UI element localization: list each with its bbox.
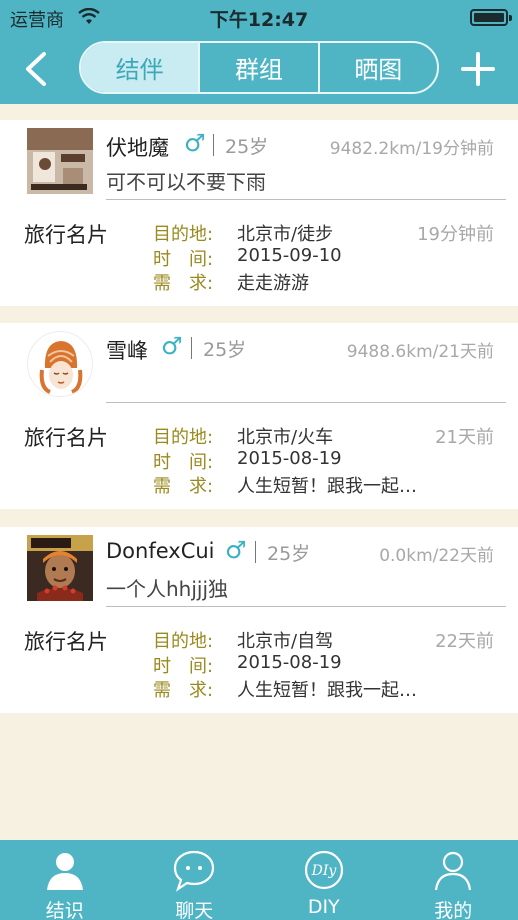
distance-time: 9482.2km/19分钟前	[329, 139, 494, 159]
avatar[interactable]	[27, 128, 93, 194]
distance-time: 0.0km/22天前	[379, 546, 494, 566]
tab-label: 结识	[45, 900, 84, 920]
need-value: 人生短暂！跟我一起…	[237, 680, 417, 701]
distance-time: 9488.6km/21天前	[346, 342, 494, 362]
travel-card-title: 旅行名片	[24, 223, 108, 247]
card-divider	[106, 402, 506, 403]
need-label: 需 求:	[153, 476, 214, 497]
dest-value: 北京市/徒步	[237, 224, 334, 245]
dest-value: 北京市/自驾	[237, 631, 334, 652]
male-gender-icon: ♂	[161, 332, 183, 360]
dest-value: 北京市/火车	[237, 427, 334, 448]
bottom-tab-bar: 结识 聊天 DIy DIY 我的	[0, 840, 518, 920]
card-ago: 19分钟前	[417, 224, 494, 245]
avatar[interactable]	[27, 331, 93, 397]
divider	[213, 134, 214, 156]
need-label: 需 求:	[153, 273, 214, 294]
segmented-control: 结伴 群组 晒图	[79, 41, 439, 94]
time-value: 2015-09-10	[237, 245, 342, 266]
card-ago: 21天前	[435, 427, 494, 448]
divider	[191, 337, 192, 359]
tab-photos[interactable]: 晒图	[317, 43, 437, 92]
time-value: 2015-08-19	[237, 448, 342, 469]
status-time: 下午12:47	[209, 9, 309, 31]
person-icon	[46, 853, 83, 890]
time-label: 时 间:	[153, 249, 214, 270]
travel-card-title: 旅行名片	[24, 630, 108, 654]
tab-groups[interactable]: 群组	[198, 43, 317, 92]
age-label: 25岁	[267, 543, 311, 565]
svg-text:DIy: DIy	[310, 863, 337, 879]
need-value: 人生短暂！跟我一起…	[237, 476, 417, 497]
time-label: 时 间:	[153, 452, 214, 473]
battery-icon	[470, 9, 512, 26]
header: 运营商 下午12:47 结伴 群组 晒图	[0, 0, 518, 104]
need-value: 走走游游	[237, 273, 309, 294]
travel-card-title: 旅行名片	[24, 426, 108, 450]
status-bar: 运营商 下午12:47	[0, 0, 518, 34]
add-plus-icon[interactable]	[460, 50, 496, 88]
username: 伏地魔	[106, 136, 169, 160]
dest-label: 目的地:	[153, 427, 214, 448]
tab-diy[interactable]: DIy DIY	[259, 840, 389, 920]
back-chevron-icon[interactable]	[20, 48, 56, 90]
tab-label: 聊天	[175, 900, 214, 920]
post-card[interactable]: 伏地魔 ♂ 25岁 9482.2km/19分钟前 可不可以不要下雨 旅行名片 目…	[0, 120, 518, 306]
dest-label: 目的地:	[153, 631, 214, 652]
tab-jieban[interactable]: 结伴	[81, 43, 199, 92]
avatar[interactable]	[27, 535, 93, 601]
time-label: 时 间:	[153, 656, 214, 677]
divider	[255, 541, 256, 563]
profile-outline-icon	[435, 851, 472, 891]
card-divider	[106, 199, 506, 200]
tab-chat[interactable]: 聊天	[130, 840, 260, 920]
signature: 可不可以不要下雨	[106, 170, 266, 194]
username: DonfexCui	[106, 539, 215, 563]
username: 雪峰	[106, 339, 148, 363]
diy-icon: DIy	[304, 850, 343, 890]
post-card[interactable]: DonfexCui ♂ 25岁 0.0km/22天前 一个人hhjjj独 旅行名…	[0, 527, 518, 713]
dest-label: 目的地:	[153, 224, 214, 245]
time-value: 2015-08-19	[237, 652, 342, 673]
age-label: 25岁	[225, 136, 269, 158]
signature: 一个人hhjjj独	[106, 577, 229, 601]
tab-jieshi[interactable]: 结识	[0, 840, 130, 920]
male-gender-icon: ♂	[225, 536, 247, 564]
male-gender-icon: ♂	[184, 129, 206, 157]
card-ago: 22天前	[435, 631, 494, 652]
card-divider	[106, 606, 506, 607]
tab-label: DIY	[307, 896, 340, 918]
need-label: 需 求:	[153, 680, 214, 701]
age-label: 25岁	[203, 339, 247, 361]
post-card[interactable]: 雪峰 ♂ 25岁 9488.6km/21天前 旅行名片 目的地: 北京市/火车 …	[0, 323, 518, 509]
tab-mine[interactable]: 我的	[389, 840, 518, 920]
chat-bubble-icon	[174, 850, 215, 892]
tab-label: 我的	[434, 900, 473, 920]
